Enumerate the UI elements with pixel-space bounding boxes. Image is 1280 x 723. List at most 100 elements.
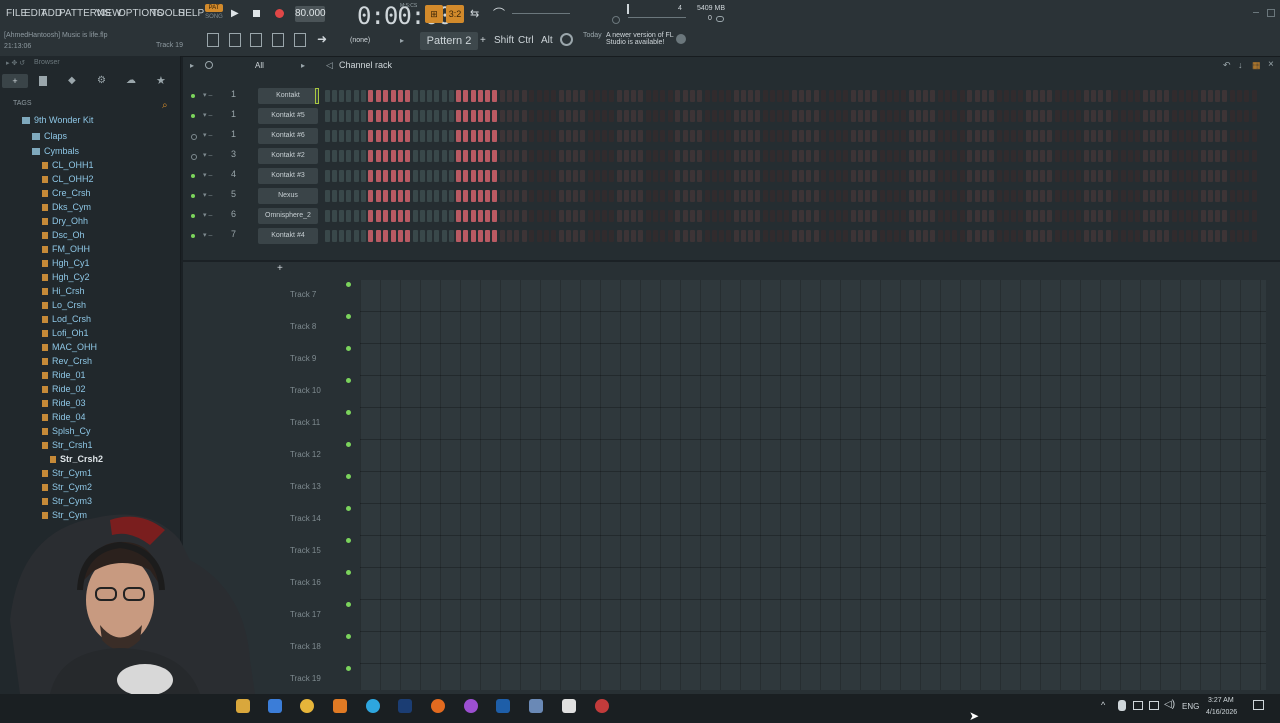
- step-button[interactable]: [617, 90, 622, 102]
- step-button[interactable]: [748, 170, 753, 182]
- step-button[interactable]: [594, 170, 600, 182]
- step-button[interactable]: [558, 170, 564, 182]
- step-button[interactable]: [916, 110, 922, 122]
- step-button[interactable]: [981, 130, 987, 142]
- step-button[interactable]: [835, 130, 841, 142]
- step-button[interactable]: [1186, 150, 1191, 162]
- minimize-icon[interactable]: [1253, 12, 1259, 13]
- step-button[interactable]: [602, 190, 607, 202]
- step-button[interactable]: [1230, 170, 1236, 182]
- step-button[interactable]: [733, 170, 739, 182]
- step-button[interactable]: [967, 110, 973, 122]
- step-button[interactable]: [682, 210, 688, 222]
- step-button[interactable]: [390, 90, 396, 102]
- step-button[interactable]: [1040, 190, 1045, 202]
- step-button[interactable]: [1156, 230, 1162, 242]
- step-button[interactable]: [1149, 150, 1155, 162]
- step-button[interactable]: [1062, 190, 1068, 202]
- step-button[interactable]: [404, 210, 410, 222]
- step-button[interactable]: [543, 110, 549, 122]
- step-button[interactable]: [821, 190, 827, 202]
- step-button[interactable]: [404, 190, 410, 202]
- step-button[interactable]: [1055, 170, 1060, 182]
- step-button[interactable]: [938, 190, 944, 202]
- step-button[interactable]: [1163, 210, 1169, 222]
- browser-file-item[interactable]: Dsc_Oh: [42, 230, 85, 240]
- step-button[interactable]: [763, 170, 768, 182]
- browser-file-item[interactable]: Dks_Cym: [42, 202, 91, 212]
- step-button[interactable]: [886, 190, 892, 202]
- step-button[interactable]: [1208, 210, 1214, 222]
- step-button[interactable]: [441, 150, 447, 162]
- step-button[interactable]: [871, 230, 877, 242]
- play-small-icon[interactable]: ▸: [400, 36, 404, 45]
- step-button[interactable]: [799, 130, 805, 142]
- step-button[interactable]: [463, 130, 469, 142]
- online-icon[interactable]: [676, 34, 686, 44]
- step-button[interactable]: [1098, 210, 1104, 222]
- arrow-right-icon[interactable]: ➜: [317, 32, 327, 46]
- channel-name-button[interactable]: Kontakt #2: [258, 148, 318, 164]
- step-button[interactable]: [864, 170, 870, 182]
- step-button[interactable]: [988, 230, 994, 242]
- step-button[interactable]: [1222, 110, 1228, 122]
- step-button[interactable]: [1230, 110, 1236, 122]
- step-button[interactable]: [602, 230, 607, 242]
- step-button[interactable]: [471, 210, 476, 222]
- step-button[interactable]: [901, 210, 907, 222]
- step-button[interactable]: [974, 230, 980, 242]
- step-button[interactable]: [1062, 110, 1068, 122]
- add-pattern-icon[interactable]: +: [480, 35, 486, 46]
- track-mute-icon[interactable]: [346, 314, 351, 319]
- display-icon[interactable]: [1149, 701, 1159, 710]
- step-button[interactable]: [456, 130, 461, 142]
- step-button[interactable]: [550, 110, 556, 122]
- playlist-track-label[interactable]: Track 8: [290, 322, 316, 331]
- browser-file-item[interactable]: Hi_Crsh: [42, 286, 85, 296]
- pattern-selector[interactable]: Pattern 2: [420, 32, 478, 50]
- step-button[interactable]: [368, 110, 374, 122]
- step-button[interactable]: [500, 130, 506, 142]
- step-button[interactable]: [375, 150, 381, 162]
- step-button[interactable]: [1163, 170, 1169, 182]
- step-button[interactable]: [799, 190, 805, 202]
- step-button[interactable]: [718, 190, 724, 202]
- obs-icon[interactable]: [464, 699, 478, 713]
- step-button[interactable]: [536, 170, 542, 182]
- step-button[interactable]: [646, 190, 652, 202]
- step-button[interactable]: [325, 170, 330, 182]
- step-button[interactable]: [617, 150, 622, 162]
- step-button[interactable]: [368, 190, 374, 202]
- step-button[interactable]: [704, 110, 710, 122]
- record-icon[interactable]: [275, 9, 284, 18]
- step-button[interactable]: [952, 130, 958, 142]
- step-button[interactable]: [974, 110, 980, 122]
- step-button[interactable]: [368, 130, 374, 142]
- step-button[interactable]: [558, 90, 564, 102]
- step-button[interactable]: [799, 230, 805, 242]
- step-button[interactable]: [478, 110, 484, 122]
- step-button[interactable]: [733, 130, 739, 142]
- step-button[interactable]: [383, 230, 389, 242]
- step-button[interactable]: [704, 130, 710, 142]
- step-button[interactable]: [755, 130, 761, 142]
- step-button[interactable]: [1230, 150, 1236, 162]
- step-button[interactable]: [354, 170, 360, 182]
- step-button[interactable]: [1237, 210, 1243, 222]
- step-button[interactable]: [1032, 190, 1038, 202]
- step-button[interactable]: [988, 110, 994, 122]
- step-button[interactable]: [916, 230, 922, 242]
- step-button[interactable]: [740, 130, 746, 142]
- step-button[interactable]: [456, 210, 461, 222]
- step-button[interactable]: [909, 150, 914, 162]
- step-button[interactable]: [617, 110, 622, 122]
- step-button[interactable]: [1091, 170, 1097, 182]
- step-button[interactable]: [799, 210, 805, 222]
- step-button[interactable]: [1251, 130, 1257, 142]
- step-button[interactable]: [952, 110, 958, 122]
- step-button[interactable]: [1171, 230, 1177, 242]
- step-button[interactable]: [711, 210, 717, 222]
- step-button[interactable]: [901, 150, 907, 162]
- step-button[interactable]: [1091, 130, 1097, 142]
- step-button[interactable]: [1142, 150, 1148, 162]
